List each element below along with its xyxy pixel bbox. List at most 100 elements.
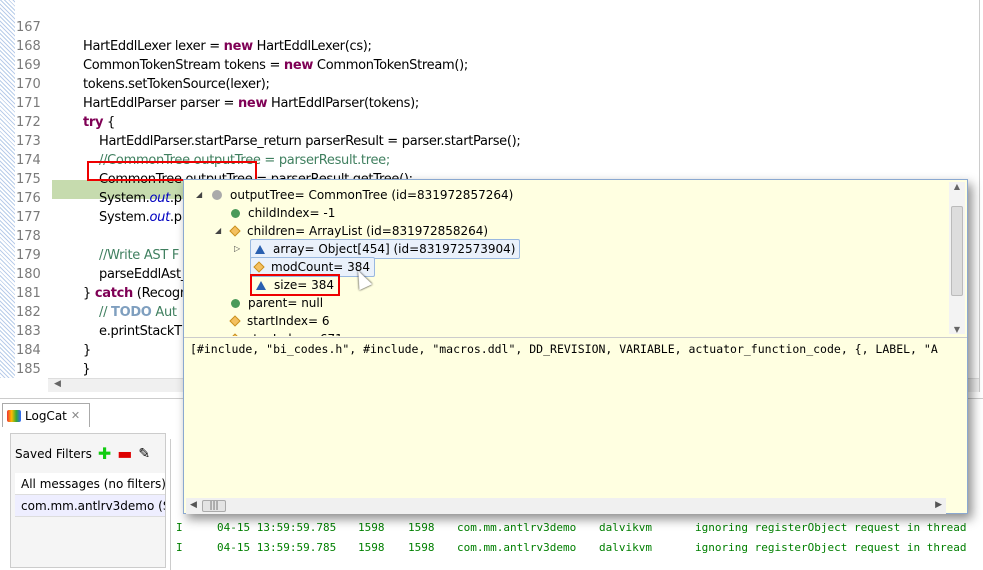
- remove-filter-icon[interactable]: ▬: [117, 444, 132, 463]
- code-token: }: [83, 343, 91, 358]
- scroll-thumb[interactable]: [951, 206, 963, 296]
- code-token: CommonTokenStream tokens =: [83, 58, 284, 73]
- code-token: Aut: [151, 305, 177, 320]
- line-number: 181: [16, 286, 41, 301]
- add-filter-icon[interactable]: ✚: [98, 444, 111, 463]
- tree-node[interactable]: stopIndex= 671: [215, 330, 343, 336]
- code-line[interactable]: System.out.p: [99, 189, 182, 208]
- code-line[interactable]: }: [83, 341, 91, 360]
- line-number: 170: [16, 77, 41, 92]
- log-cell: 04-15 13:59:59.785: [217, 521, 337, 534]
- overview-ruler: [0, 0, 15, 378]
- code-token: CommonTokenStream();: [313, 58, 469, 73]
- protected-field-icon: [229, 315, 241, 327]
- detail-horizontal-scrollbar[interactable]: ◀ ||| ▶: [186, 498, 946, 514]
- code-line[interactable]: HartEddlParser parser = new HartEddlPars…: [83, 94, 419, 113]
- code-line[interactable]: }: [67, 360, 90, 379]
- tab-logcat[interactable]: LogCat ✕: [2, 403, 90, 427]
- code-token: e.printStackT: [99, 324, 182, 339]
- filter-item-all[interactable]: All messages (no filters) (: [15, 473, 165, 495]
- log-cell: I: [176, 521, 183, 534]
- log-cell: 1598: [358, 521, 385, 534]
- log-cell: I: [176, 541, 183, 554]
- code-token: tokens.setTokenSource(lexer);: [83, 77, 270, 92]
- line-number: 171: [16, 96, 41, 111]
- code-token: //Write AST F: [99, 248, 180, 263]
- node-label: outputTree= CommonTree (id=831972857264): [230, 188, 514, 202]
- code-line[interactable]: CommonTokenStream tokens = new CommonTok…: [83, 56, 468, 75]
- code-line[interactable]: HartEddlLexer lexer = new HartEddlLexer(…: [83, 37, 372, 56]
- node-label: childIndex= -1: [248, 206, 336, 220]
- tree-node[interactable]: ◢ outputTree= CommonTree (id=831972857264…: [196, 186, 513, 204]
- code-token: (Recogn: [132, 286, 188, 301]
- tree-node[interactable]: childIndex= -1: [215, 204, 335, 222]
- tree-node[interactable]: size= 384: [234, 274, 341, 296]
- code-line[interactable]: System.out.p: [99, 208, 182, 227]
- code-token: {: [103, 115, 116, 130]
- scroll-thumb[interactable]: |||: [202, 500, 226, 512]
- code-token: }: [83, 286, 95, 301]
- default-field-icon: [255, 244, 265, 254]
- code-token: new: [223, 39, 253, 54]
- expand-toggle-icon[interactable]: ◢: [215, 222, 225, 240]
- log-cell: dalvikvm: [599, 541, 652, 554]
- line-number: 167: [16, 20, 41, 35]
- tree-vertical-scrollbar[interactable]: ▲ ▼: [949, 182, 965, 334]
- line-number: 173: [16, 134, 41, 149]
- saved-filters-panel: Saved Filters ✚ ▬ ✎ All messages (no fil…: [10, 433, 166, 568]
- code-token: HartEddlParser.startParse_return parserR…: [99, 134, 521, 149]
- line-number: 176: [16, 191, 41, 206]
- debug-hover-popup: ◢ outputTree= CommonTree (id=831972857264…: [183, 179, 968, 514]
- class-icon: [212, 190, 222, 200]
- code-token: try: [83, 115, 104, 130]
- divider: [184, 337, 967, 338]
- log-cell: dalvikvm: [599, 521, 652, 534]
- code-token: .p: [169, 210, 182, 225]
- code-token: System.: [99, 210, 150, 225]
- log-cell: ignoring registerObject request in threa…: [695, 521, 967, 534]
- public-field-icon: [231, 208, 240, 218]
- expand-toggle-icon[interactable]: ◢: [196, 186, 206, 204]
- expand-toggle-icon[interactable]: ▷: [234, 240, 244, 258]
- highlight-box-outputtree: [87, 161, 257, 181]
- log-cell: com.mm.antlrv3demo: [457, 541, 577, 554]
- node-label: array= Object[454] (id=831972573904): [273, 242, 516, 256]
- code-token: HartEddlLexer lexer =: [83, 39, 224, 54]
- code-line[interactable]: HartEddlParser.startParse_return parserR…: [99, 132, 521, 151]
- tree-node[interactable]: ◢ children= ArrayList (id=831972858264): [215, 222, 488, 240]
- log-cell: 04-15 13:59:59.785: [217, 541, 337, 554]
- protected-field-icon: [253, 261, 265, 273]
- node-label: stopIndex= 671: [247, 330, 343, 336]
- code-line[interactable]: tokens.setTokenSource(lexer);: [83, 75, 270, 94]
- code-line[interactable]: try {: [83, 113, 115, 132]
- filter-item-app[interactable]: com.mm.antlrv3demo (S: [15, 495, 165, 517]
- line-number: 175: [16, 172, 41, 187]
- code-line[interactable]: parseEddlAst_: [99, 265, 187, 284]
- variable-tree: ◢ outputTree= CommonTree (id=831972857264…: [186, 182, 946, 336]
- code-token: System.: [99, 191, 150, 206]
- line-number: 183: [16, 324, 41, 339]
- code-token: }: [67, 362, 91, 377]
- edit-filter-icon[interactable]: ✎: [138, 446, 150, 462]
- code-token: HartEddlParser parser =: [83, 96, 238, 111]
- log-cell: ignoring registerObject request in threa…: [695, 541, 967, 554]
- line-number: 174: [16, 153, 41, 168]
- code-line[interactable]: e.printStackT: [99, 322, 182, 341]
- logcat-icon: [7, 409, 21, 422]
- protected-field-icon: [229, 333, 241, 336]
- code-line[interactable]: //Write AST F: [99, 246, 179, 265]
- code-line[interactable]: // TODO Aut: [99, 303, 177, 322]
- tree-node[interactable]: startIndex= 6: [215, 312, 330, 330]
- line-number: 184: [16, 343, 41, 358]
- code-token: .p: [169, 191, 182, 206]
- detail-pane: [#include, "bi_codes.h", #include, "macr…: [190, 342, 938, 356]
- close-icon[interactable]: ✕: [71, 409, 80, 422]
- node-label: parent= null: [248, 296, 324, 310]
- line-number: 172: [16, 115, 41, 130]
- code-token: //: [99, 305, 111, 320]
- protected-field-icon: [229, 225, 241, 237]
- code-line[interactable]: } catch (Recogn: [83, 284, 188, 303]
- code-token: HartEddlParser(tokens);: [267, 96, 419, 111]
- tree-node[interactable]: ▷ array= Object[454] (id=831972573904): [234, 239, 521, 259]
- tree-node[interactable]: parent= null: [215, 294, 323, 312]
